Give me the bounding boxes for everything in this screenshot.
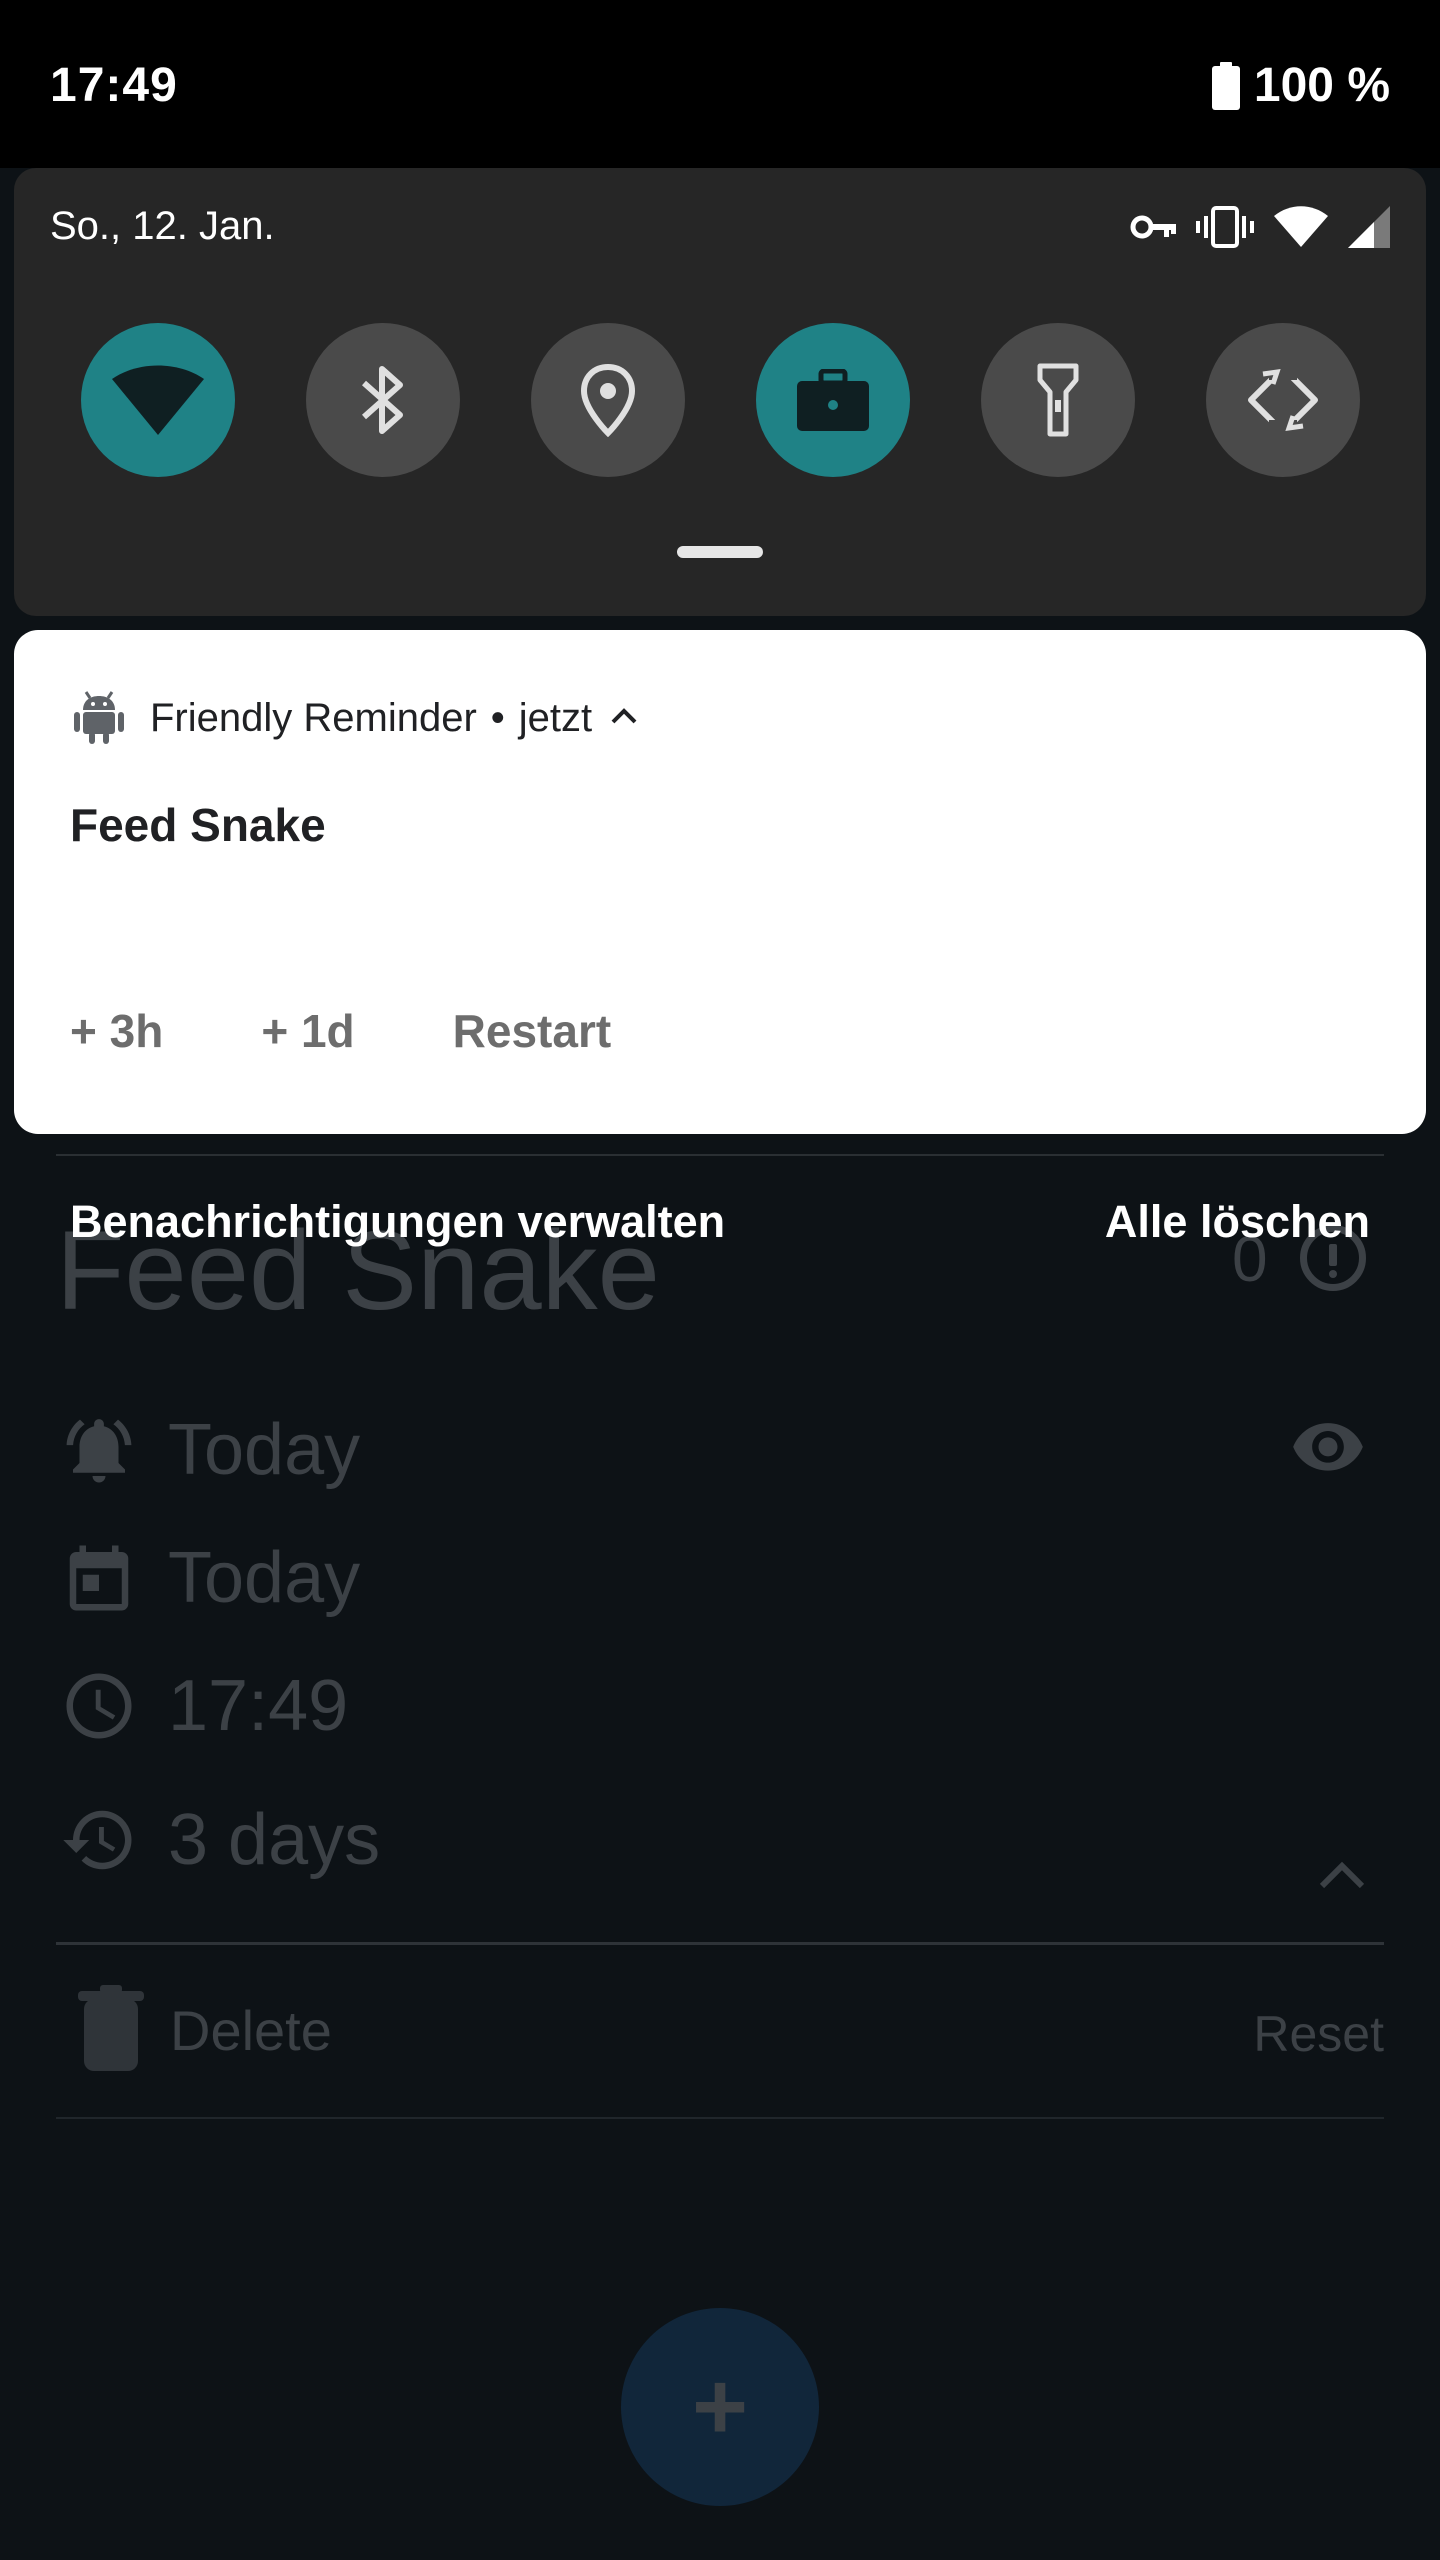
calendar-icon [60,1539,138,1617]
date-row[interactable]: Today [60,1528,360,1628]
cell-signal-icon [1348,206,1390,248]
location-icon [580,363,636,437]
plus-icon: + [691,2353,749,2460]
app-divider [56,1942,1384,1945]
eye-icon[interactable] [1290,1422,1366,1478]
vibrate-icon [1196,206,1254,248]
status-time: 17:49 [50,59,178,112]
manage-notifications-button[interactable]: Benachrichtigungen verwalten [70,1196,725,1248]
date-value: Today [168,1538,361,1618]
history-icon [60,1801,138,1879]
drag-handle[interactable] [677,546,763,558]
clock-icon [60,1667,138,1745]
wifi-tile[interactable] [81,323,235,477]
snooze-3h-button[interactable]: + 3h [70,1004,163,1058]
restart-button[interactable]: Restart [453,1004,612,1058]
wifi-signal-icon [1274,206,1328,248]
add-fab-button[interactable]: + [621,2308,819,2506]
delete-label: Delete [170,1998,332,2062]
app-divider [56,2117,1384,2119]
vpn-key-icon [1130,213,1176,241]
alarm-row[interactable]: Today [60,1400,360,1500]
chevron-up-icon[interactable] [610,706,638,731]
quick-settings-panel[interactable]: So., 12. Jan. [14,168,1426,616]
notification-title: Feed Snake [70,799,326,851]
time-value: 17:49 [168,1666,349,1746]
bluetooth-icon [362,366,403,434]
time-row[interactable]: 17:49 [60,1656,348,1756]
notification-app-name: Friendly Reminder [150,696,477,740]
trash-icon [78,1985,144,2071]
notification-card[interactable]: Friendly Reminder • jetzt Feed Snake + 3… [14,630,1426,1134]
wifi-icon [112,365,204,435]
snooze-1d-button[interactable]: + 1d [261,1004,354,1058]
shade-divider [56,1154,1384,1156]
chevron-up-icon[interactable] [1318,1856,1366,1890]
flashlight-icon [1037,363,1079,437]
bell-icon [60,1411,138,1489]
android-icon [74,688,124,749]
clear-all-button[interactable]: Alle löschen [1105,1196,1370,1248]
battery-full-icon [1211,61,1240,110]
auto-rotate-tile[interactable] [1206,323,1360,477]
repeat-row[interactable]: 3 days [60,1790,380,1890]
notification-separator: • [490,696,505,740]
bluetooth-tile[interactable] [306,323,460,477]
briefcase-icon [797,369,869,431]
battery-percent: 100 % [1253,59,1390,112]
notification-time: jetzt [518,696,593,740]
repeat-value: 3 days [168,1800,381,1880]
delete-button[interactable]: Delete [78,1985,332,2075]
qs-date: So., 12. Jan. [50,204,275,248]
status-bar: 17:49 100 % [0,0,1440,168]
work-profile-tile[interactable] [756,323,910,477]
location-tile[interactable] [531,323,685,477]
flashlight-tile[interactable] [981,323,1135,477]
alarm-value: Today [168,1410,361,1490]
rotate-icon [1248,362,1318,438]
notification-header[interactable]: Friendly Reminder • jetzt [74,688,638,749]
reset-button[interactable]: Reset [1253,2005,1384,2063]
